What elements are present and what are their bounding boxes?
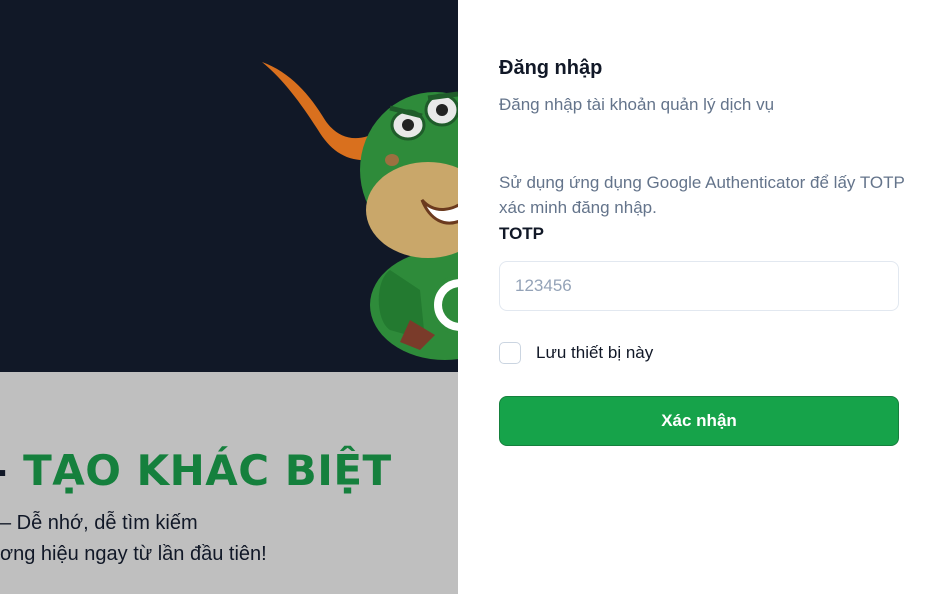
- remember-device-label[interactable]: Lưu thiết bị này: [536, 343, 653, 363]
- promo-headline-dash: -: [0, 446, 8, 495]
- promo-panel: - TẠO KHÁC BIỆT – Dễ nhớ, dễ tìm kiếm ơn…: [0, 0, 458, 594]
- totp-label: TOTP: [499, 224, 545, 243]
- totp-help-text: Sử dụng ứng dụng Google Authenticator để…: [499, 173, 905, 217]
- page-subtitle: Đăng nhập tài khoản quản lý dịch vụ: [499, 95, 775, 114]
- promo-headline: - TẠO KHÁC BIỆT: [0, 446, 392, 495]
- hero-banner: [0, 0, 458, 372]
- page-title: Đăng nhập: [499, 57, 603, 79]
- remember-device-checkbox[interactable]: [499, 342, 521, 364]
- promo-line-2: ơng hiệu ngay từ lần đầu tiên!: [0, 543, 267, 565]
- mascot-illustration: [262, 62, 458, 360]
- remember-device-row[interactable]: Lưu thiết bị này: [499, 342, 653, 364]
- promo-headline-text: TẠO KHÁC BIỆT: [23, 446, 392, 495]
- submit-button[interactable]: Xác nhận: [499, 396, 899, 446]
- promo-text-area: - TẠO KHÁC BIỆT – Dễ nhớ, dễ tìm kiếm ơn…: [0, 372, 458, 594]
- promo-line-1: – Dễ nhớ, dễ tìm kiếm: [0, 512, 198, 534]
- login-panel: Đăng nhập Đăng nhập tài khoản quản lý dị…: [458, 0, 932, 594]
- totp-input[interactable]: [499, 261, 899, 311]
